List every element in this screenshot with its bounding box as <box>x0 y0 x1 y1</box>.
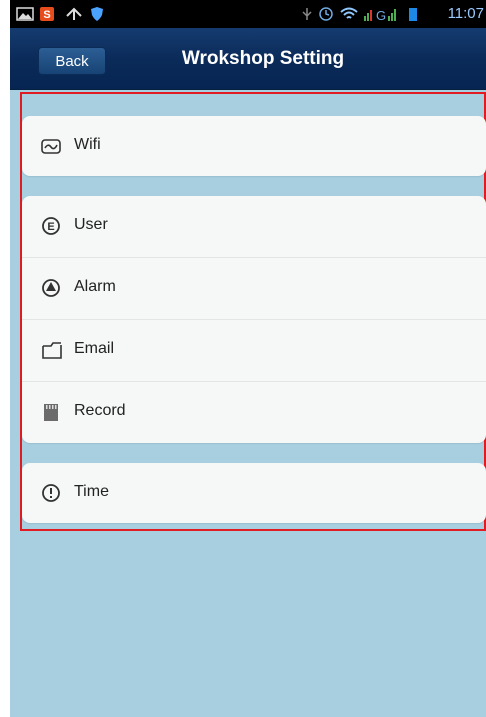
email-icon <box>42 342 62 359</box>
settings-item-record[interactable]: Record <box>22 381 486 443</box>
signal-icon: G <box>364 8 396 21</box>
svg-text:G: G <box>376 8 386 21</box>
shield-icon <box>91 7 103 21</box>
settings-item-label: Wifi <box>74 136 101 153</box>
phone-screen: S G 11:07 Wrokshop Setting Back Wifi E U… <box>10 0 486 717</box>
svg-text:S: S <box>43 9 50 21</box>
header-bar: Wrokshop Setting Back <box>10 28 486 90</box>
user-icon: E <box>42 217 60 235</box>
alarm-bell-icon <box>42 279 60 297</box>
settings-item-label: Time <box>74 483 109 500</box>
app-s-icon: S <box>40 7 54 21</box>
clock-icon <box>42 484 60 502</box>
settings-group-main: E User Alarm Email Record <box>22 196 486 443</box>
status-time: 11:07 <box>447 5 484 22</box>
settings-item-label: Record <box>74 402 126 419</box>
alarm-icon <box>319 7 333 21</box>
arrow-icon <box>66 7 82 20</box>
settings-item-label: User <box>74 216 108 233</box>
settings-item-email[interactable]: Email <box>22 319 486 381</box>
status-bar: S G 11:07 <box>10 0 486 28</box>
settings-item-user[interactable]: E User <box>22 196 486 257</box>
settings-item-wifi[interactable]: Wifi <box>22 116 486 176</box>
time-group: Time <box>22 463 486 523</box>
picture-icon <box>16 7 34 21</box>
usb-icon <box>302 8 312 20</box>
sd-card-icon <box>44 404 58 421</box>
wave-icon <box>41 139 61 154</box>
settings-item-time[interactable]: Time <box>22 463 486 523</box>
settings-item-label: Email <box>74 340 115 357</box>
wifi-group: Wifi <box>22 116 486 176</box>
svg-text:E: E <box>47 221 54 233</box>
wifi-icon <box>340 7 358 19</box>
battery-icon <box>409 8 417 21</box>
settings-item-label: Alarm <box>74 278 116 295</box>
back-button[interactable]: Back <box>38 47 106 75</box>
settings-item-alarm[interactable]: Alarm <box>22 257 486 319</box>
